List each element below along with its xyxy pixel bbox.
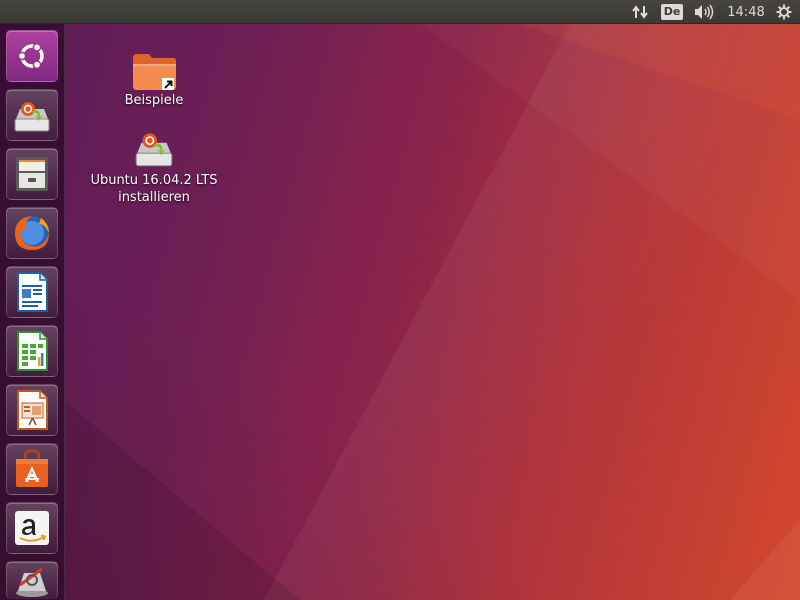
top-panel: De 14:48 [0, 0, 800, 24]
installer-icon [14, 102, 50, 132]
firefox-icon [15, 216, 49, 250]
calc-icon [17, 331, 48, 371]
keyboard-layout-label: De [660, 4, 684, 20]
launcher [0, 24, 65, 600]
session-gear-icon [776, 4, 792, 20]
folder-link-icon [133, 54, 176, 90]
session-menu[interactable] [770, 0, 798, 24]
desktop-icon-label: Beispiele [124, 93, 184, 108]
impress-icon [17, 390, 48, 430]
launcher-item-dash-home[interactable] [6, 30, 58, 82]
writer-icon [17, 272, 48, 312]
launcher-item-software[interactable] [6, 443, 58, 495]
clock[interactable]: 14:48 [724, 0, 768, 24]
keyboard-layout-indicator[interactable]: De [660, 0, 684, 24]
launcher-item-firefox[interactable] [6, 207, 58, 259]
launcher-item-writer[interactable] [6, 266, 58, 318]
launcher-item-impress[interactable] [6, 384, 58, 436]
launcher-item-system-settings[interactable] [6, 561, 58, 599]
network-icon [632, 5, 648, 19]
launcher-item-amazon[interactable] [6, 502, 58, 554]
file-cabinet-icon [16, 157, 48, 191]
network-indicator[interactable] [626, 0, 654, 24]
desktop-icon-label-line2: installieren [118, 190, 190, 205]
launcher-item-calc[interactable] [6, 325, 58, 377]
desktop-icon-install-ubuntu[interactable]: Ubuntu 16.04.2 LTS installieren [84, 126, 224, 206]
ubuntu-logo-icon [17, 42, 44, 70]
amazon-icon [15, 511, 49, 545]
settings-icon [16, 567, 48, 597]
launcher-item-files[interactable] [6, 148, 58, 200]
sound-icon [695, 4, 714, 20]
sound-indicator[interactable] [690, 0, 718, 24]
desktop-icon-beispiele[interactable]: Beispiele [104, 48, 204, 109]
desktop-icon-label-line1: Ubuntu 16.04.2 LTS [90, 173, 218, 188]
launcher-item-install-ubuntu[interactable] [6, 89, 58, 141]
software-bag-icon [16, 449, 48, 487]
installer-icon [135, 133, 173, 167]
